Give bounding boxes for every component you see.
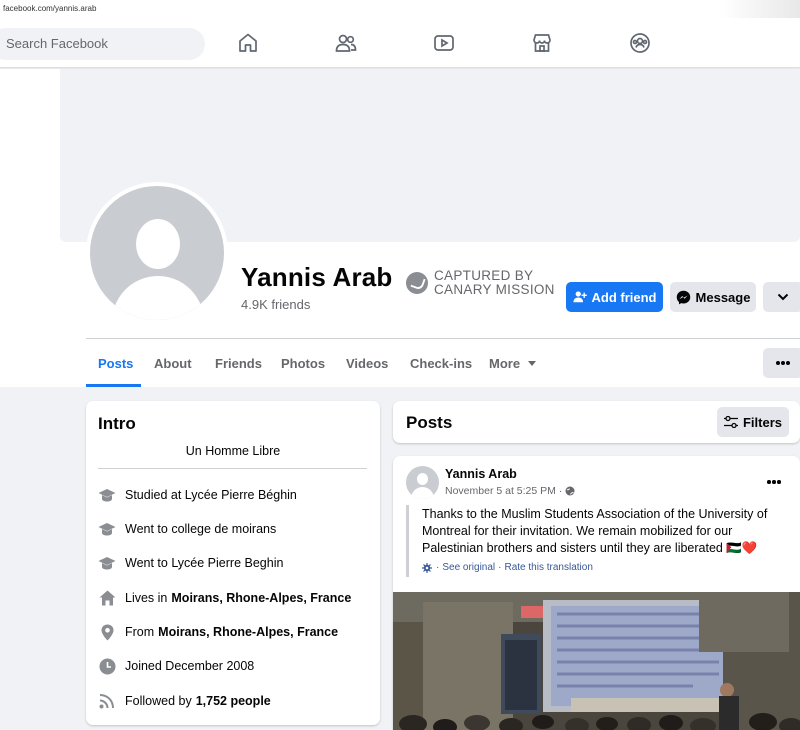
tab-more-label: More xyxy=(489,356,521,371)
intro-bio: Un Homme Libre xyxy=(185,444,281,458)
badge-line-2: CANARY MISSION xyxy=(434,282,555,297)
post-timestamp[interactable]: November 5 at 5:25 PM · xyxy=(445,485,562,497)
post-photo[interactable] xyxy=(393,592,800,730)
post-author-avatar[interactable] xyxy=(406,466,439,499)
friends-icon[interactable] xyxy=(334,31,358,55)
tab-posts[interactable]: Posts xyxy=(98,356,133,371)
tab-photos[interactable]: Photos xyxy=(281,356,325,371)
active-tab-indicator xyxy=(86,384,141,387)
sliders-icon xyxy=(723,416,738,428)
gear-icon xyxy=(422,562,432,573)
graduation-cap-icon xyxy=(98,520,116,538)
profile-name: Yannis Arab xyxy=(241,262,393,292)
rate-translation-link[interactable]: Rate this translation xyxy=(505,562,593,573)
tabs-divider xyxy=(86,338,800,339)
intro-card: Intro Un Homme Libre Studied at Lycée Pi… xyxy=(86,401,380,725)
intro-item-education-2: Went to college de moirans xyxy=(98,519,276,539)
tab-more[interactable]: More xyxy=(489,356,536,371)
rss-icon xyxy=(98,692,116,710)
intro-item-education-1: Studied at Lycée Pierre Béghin xyxy=(98,485,297,505)
video-icon[interactable] xyxy=(432,31,456,55)
search-input[interactable]: Search Facebook xyxy=(0,28,205,60)
filters-label: Filters xyxy=(742,414,782,430)
intro-item-education-3: Went to Lycée Pierre Beghin xyxy=(98,553,283,573)
add-person-icon xyxy=(572,291,587,303)
tab-about[interactable]: About xyxy=(154,356,192,371)
groups-icon[interactable] xyxy=(628,31,652,55)
post-card: Yannis Arab November 5 at 5:25 PM · Than… xyxy=(393,456,800,730)
caret-down-icon xyxy=(527,361,536,366)
profile-more-button[interactable] xyxy=(763,282,800,312)
translation-links: · See original · Rate this translation xyxy=(422,562,593,573)
clock-icon xyxy=(98,657,116,675)
followers-link[interactable]: 1,752 people xyxy=(196,694,271,708)
post-author-name[interactable]: Yannis Arab xyxy=(445,467,517,481)
add-friend-button[interactable]: Add friend xyxy=(566,282,663,312)
address-bar[interactable]: facebook.com/yannis.arab xyxy=(0,0,800,18)
badge-line-1: CAPTURED BY xyxy=(434,268,534,283)
add-friend-label: Add friend xyxy=(591,289,657,305)
friends-count[interactable]: 4.9K friends xyxy=(241,297,310,312)
url-text: facebook.com/yannis.arab xyxy=(3,4,97,13)
chevron-down-icon xyxy=(777,293,789,301)
home-icon[interactable] xyxy=(236,31,260,55)
lives-in-location-link[interactable]: Moirans, Rhone-Alpes, France xyxy=(171,591,351,605)
post-text: Thanks to the Muslim Students Associatio… xyxy=(422,507,768,555)
address-bar-fade xyxy=(720,0,800,18)
post-meta: November 5 at 5:25 PM · xyxy=(445,485,575,497)
profile-avatar[interactable] xyxy=(86,182,228,324)
posts-header-card: Posts Filters xyxy=(393,401,800,443)
globe-icon xyxy=(565,486,575,496)
default-avatar-icon xyxy=(90,186,224,320)
from-location-link[interactable]: Moirans, Rhone-Alpes, France xyxy=(158,625,338,639)
canary-mission-badge: CAPTURED BY CANARY MISSION xyxy=(406,269,555,297)
intro-title: Intro xyxy=(98,414,136,433)
intro-item-from: From Moirans, Rhone-Alpes, France xyxy=(98,622,338,642)
filters-button[interactable]: Filters xyxy=(717,407,789,437)
tab-check-ins[interactable]: Check-ins xyxy=(410,356,472,371)
location-pin-icon xyxy=(98,623,116,641)
graduation-cap-icon xyxy=(98,554,116,572)
translation-quote-bar xyxy=(406,505,409,577)
intro-item-followers: Followed by 1,752 people xyxy=(98,691,271,711)
intro-divider xyxy=(98,468,367,469)
tab-videos[interactable]: Videos xyxy=(346,356,388,371)
translation-separator-1: · xyxy=(436,562,440,573)
intro-item-lives-in: Lives in Moirans, Rhone-Alpes, France xyxy=(98,588,351,608)
marketplace-icon[interactable] xyxy=(530,31,554,55)
message-button[interactable]: Message xyxy=(670,282,756,312)
posts-title: Posts xyxy=(406,413,453,432)
tab-friends[interactable]: Friends xyxy=(215,356,262,371)
intro-item-joined: Joined December 2008 xyxy=(98,656,254,676)
translation-separator-2: · xyxy=(498,562,502,573)
see-original-link[interactable]: See original xyxy=(442,562,495,573)
message-label: Message xyxy=(695,289,751,305)
lecture-hall-photo xyxy=(393,592,800,730)
tabs-menu-button[interactable] xyxy=(763,348,800,378)
canary-mission-logo-icon xyxy=(406,272,428,294)
graduation-cap-icon xyxy=(98,486,116,504)
messenger-icon xyxy=(676,290,690,304)
top-navigation: Search Facebook xyxy=(0,18,800,68)
home-icon xyxy=(98,589,116,607)
